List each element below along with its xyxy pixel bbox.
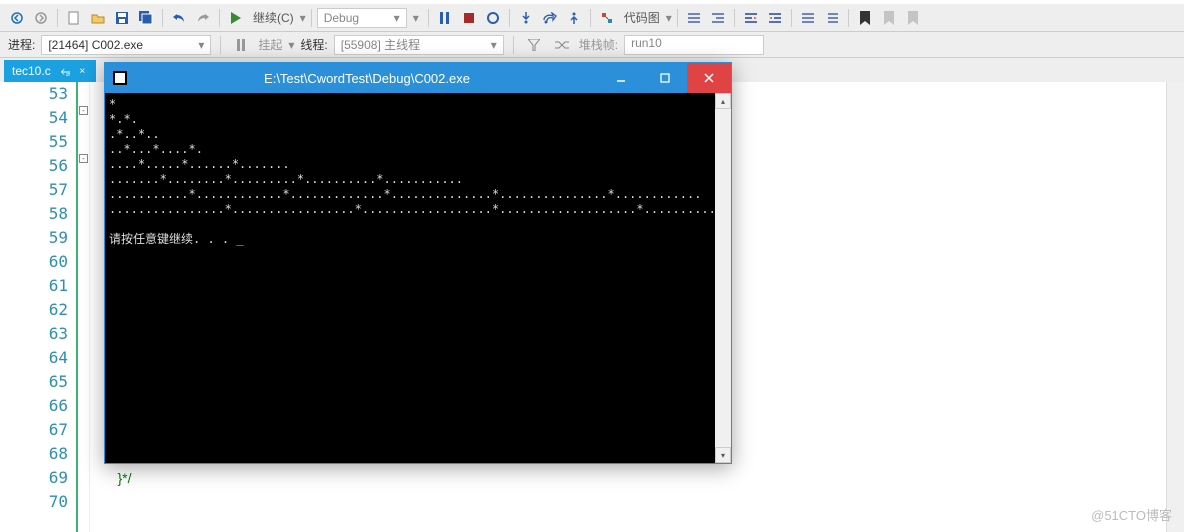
bookmark-next-icon[interactable] <box>902 7 924 29</box>
config-value: Debug <box>324 11 359 25</box>
thread-value: [55908] 主线程 <box>341 36 420 53</box>
stack-frame-field[interactable]: run10 <box>624 35 764 55</box>
line-number: 58 <box>0 202 68 226</box>
line-number: 54 <box>0 106 68 130</box>
separator <box>311 9 312 27</box>
fold-icon[interactable]: - <box>79 106 88 115</box>
line-number: 63 <box>0 322 68 346</box>
console-scrollbar[interactable]: ▴ ▾ <box>715 93 731 463</box>
filter-icon[interactable] <box>523 34 545 56</box>
separator <box>509 9 510 27</box>
editor-scrollbar[interactable] <box>1166 82 1184 532</box>
step-out-icon[interactable] <box>563 7 585 29</box>
pin-icon[interactable]: ⭂ <box>61 64 71 79</box>
suspend-label: 挂起 <box>258 36 282 53</box>
scroll-down-icon[interactable]: ▾ <box>715 447 731 463</box>
line-number: 61 <box>0 274 68 298</box>
close-icon[interactable] <box>687 63 731 93</box>
line-number: 64 <box>0 346 68 370</box>
separator <box>513 36 514 54</box>
new-file-icon[interactable] <box>63 7 85 29</box>
save-icon[interactable] <box>111 7 133 29</box>
tab-tec10c[interactable]: tec10.c ⭂ × <box>4 60 96 82</box>
process-dropdown[interactable]: [21464] C002.exe▾ <box>41 35 211 55</box>
line-number: 66 <box>0 394 68 418</box>
separator <box>57 9 58 27</box>
tab-label: tec10.c <box>12 64 51 78</box>
step-over-icon[interactable] <box>539 7 561 29</box>
separator <box>677 9 678 27</box>
separator <box>220 36 221 54</box>
codemap-label[interactable]: 代码图 <box>620 9 664 26</box>
continue-icon[interactable] <box>225 7 247 29</box>
indent-icon[interactable] <box>683 7 705 29</box>
bookmark-prev-icon[interactable] <box>878 7 900 29</box>
step-into-icon[interactable] <box>515 7 537 29</box>
fold-icon[interactable]: - <box>79 154 88 163</box>
separator <box>848 9 849 27</box>
line-number: 67 <box>0 418 68 442</box>
thread-dropdown[interactable]: [55908] 主线程▾ <box>334 35 504 55</box>
code-line-69: }*/ <box>98 470 131 486</box>
continue-label[interactable]: 继续(C) <box>249 9 298 26</box>
save-all-icon[interactable] <box>135 7 157 29</box>
line-number: 59 <box>0 226 68 250</box>
line-number: 68 <box>0 442 68 466</box>
line-number: 57 <box>0 178 68 202</box>
main-toolbar: 继续(C) ▾ Debug▾ ▾ 代码图 ▾ <box>0 4 1184 32</box>
separator <box>219 9 220 27</box>
undo-icon[interactable] <box>168 7 190 29</box>
process-label: 进程: <box>8 36 35 53</box>
line-number: 62 <box>0 298 68 322</box>
console-titlebar[interactable]: E:\Test\CwordTest\Debug\C002.exe <box>105 63 731 93</box>
line-number: 55 <box>0 130 68 154</box>
separator <box>590 9 591 27</box>
bookmark-icon[interactable] <box>854 7 876 29</box>
separator <box>791 9 792 27</box>
uncomment-icon[interactable] <box>821 7 843 29</box>
stack-label: 堆栈帧: <box>579 36 618 53</box>
redo-icon[interactable] <box>192 7 214 29</box>
codemap-icon[interactable] <box>596 7 618 29</box>
thread-label: 线程: <box>300 36 327 53</box>
suspend-icon[interactable] <box>230 34 252 56</box>
watermark: @51CTO博客 <box>1091 505 1172 524</box>
back-icon[interactable] <box>6 7 28 29</box>
separator <box>734 9 735 27</box>
separator <box>428 9 429 27</box>
console-window: E:\Test\CwordTest\Debug\C002.exe * *.*. … <box>104 62 732 464</box>
config-dropdown[interactable]: Debug▾ <box>317 8 407 28</box>
console-output: * *.*. .*..*.. ..*...*....*. ....*.....*… <box>105 93 715 463</box>
debug-process-bar: 进程: [21464] C002.exe▾ 挂起 ▾ 线程: [55908] 主… <box>0 32 1184 58</box>
line-number: 53 <box>0 82 68 106</box>
line-number: 60 <box>0 250 68 274</box>
minimize-icon[interactable] <box>599 63 643 93</box>
separator <box>162 9 163 27</box>
align-right-icon[interactable] <box>764 7 786 29</box>
restart-icon[interactable] <box>482 7 504 29</box>
align-left-icon[interactable] <box>740 7 762 29</box>
line-number: 56 <box>0 154 68 178</box>
outline-column: - - <box>78 82 90 532</box>
console-app-icon <box>105 71 135 85</box>
maximize-icon[interactable] <box>643 63 687 93</box>
line-number: 65 <box>0 370 68 394</box>
pause-icon[interactable] <box>434 7 456 29</box>
line-number-gutter: 535455565758596061626364656667686970 <box>0 82 78 532</box>
fwd-icon[interactable] <box>30 7 52 29</box>
process-value: [21464] C002.exe <box>48 38 143 52</box>
close-icon[interactable]: × <box>76 65 88 77</box>
comment-icon[interactable] <box>797 7 819 29</box>
stack-value: run10 <box>631 36 662 50</box>
line-number: 70 <box>0 490 68 514</box>
line-number: 69 <box>0 466 68 490</box>
open-icon[interactable] <box>87 7 109 29</box>
stop-icon[interactable] <box>458 7 480 29</box>
outdent-icon[interactable] <box>707 7 729 29</box>
console-title: E:\Test\CwordTest\Debug\C002.exe <box>135 71 599 86</box>
shuffle-icon[interactable] <box>551 34 573 56</box>
scroll-up-icon[interactable]: ▴ <box>715 93 731 109</box>
